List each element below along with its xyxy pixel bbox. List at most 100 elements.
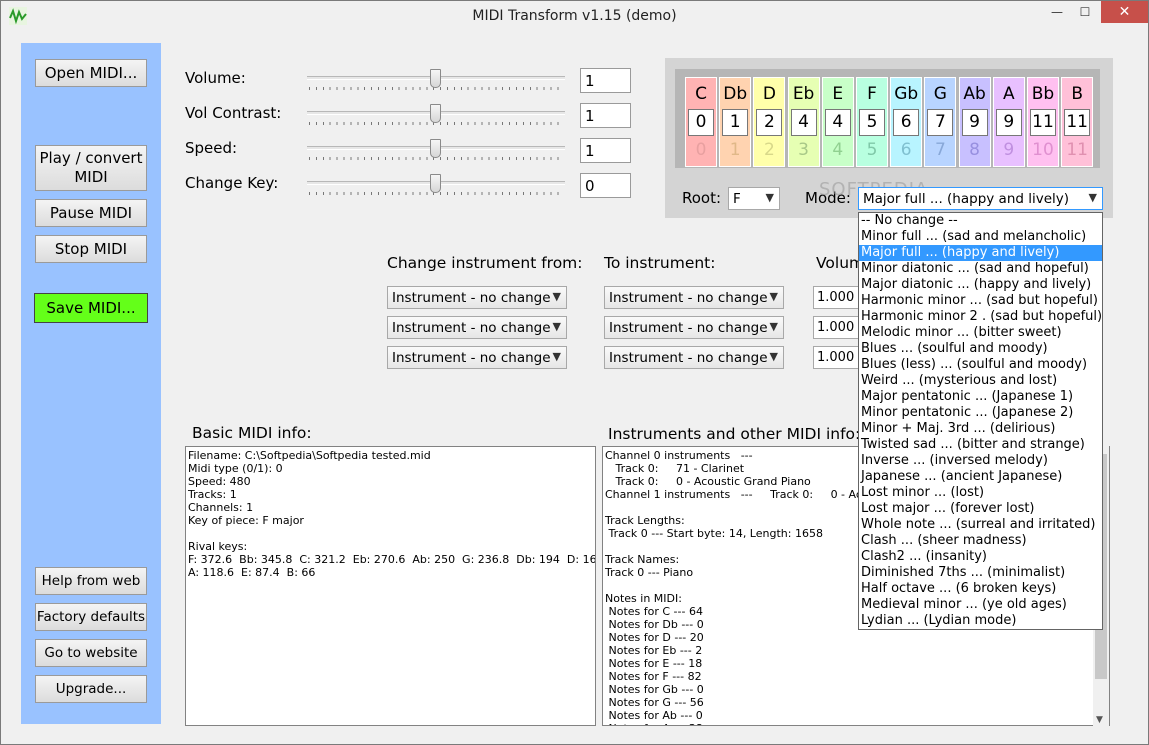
close-button[interactable]: ✕ <box>1101 1 1148 23</box>
slider-label: Speed: <box>185 139 238 157</box>
slider-value-input[interactable]: 1 <box>580 138 631 163</box>
key-name: Bb <box>1031 84 1055 104</box>
maximize-button[interactable]: ☐ <box>1068 1 1102 23</box>
mode-option[interactable]: Lost minor ... (lost) <box>859 485 1102 501</box>
mode-option[interactable]: Japanese ... (ancient Japanese) <box>859 469 1102 485</box>
mode-option[interactable]: Clash ... (sheer madness) <box>859 533 1102 549</box>
save-midi-button[interactable]: Save MIDI... <box>34 293 148 323</box>
chevron-down-icon: ▼ <box>552 290 561 303</box>
mode-option[interactable]: Half octave ... (6 broken keys) <box>859 581 1102 597</box>
key-value-input[interactable]: 4 <box>790 109 817 136</box>
instrument-volume-input[interactable]: 1.000 <box>813 346 861 369</box>
instrument-to-select[interactable]: Instrument - no change ▼ <box>604 316 784 339</box>
mode-option[interactable]: Medieval minor ... (ye old ages) <box>859 597 1102 613</box>
chevron-down-icon: ▼ <box>1088 191 1097 204</box>
mode-option[interactable]: Clash2 ... (insanity) <box>859 549 1102 565</box>
key-index: 7 <box>934 140 946 160</box>
slider[interactable] <box>307 69 565 93</box>
key-column: Ab 9 8 <box>958 77 991 167</box>
instrument-from-select[interactable]: Instrument - no change ▼ <box>387 286 567 309</box>
key-value-input[interactable]: 7 <box>927 109 954 136</box>
mode-option[interactable]: Minor pentatonic ... (Japanese 2) <box>859 405 1102 421</box>
instrument-to-select[interactable]: Instrument - no change ▼ <box>604 286 784 309</box>
key-value-input[interactable]: 0 <box>688 109 714 136</box>
mode-option[interactable]: Harmonic minor 2 . (sad but hopeful) <box>859 309 1102 325</box>
slider-thumb[interactable] <box>430 104 441 123</box>
instrument-from-select[interactable]: Instrument - no change ▼ <box>387 346 567 369</box>
scroll-down-icon[interactable]: ▼ <box>1096 715 1103 725</box>
mode-option[interactable]: Minor diatonic ... (sad and hopeful) <box>859 261 1102 277</box>
root-select[interactable]: F ▼ <box>728 187 780 210</box>
basic-midi-info-label: Basic MIDI info: <box>192 424 312 442</box>
slider-value-input[interactable]: 1 <box>580 68 631 93</box>
mode-option[interactable]: Blues (less) ... (soulful and moody) <box>859 357 1102 373</box>
instrument-to-select[interactable]: Instrument - no change ▼ <box>604 346 784 369</box>
key-index: 6 <box>900 140 912 160</box>
basic-midi-info-text[interactable]: Filename: C:\Softpedia\Softpedia tested.… <box>185 446 596 726</box>
slider[interactable] <box>307 174 565 198</box>
key-value-input[interactable]: 11 <box>1030 109 1056 136</box>
volume-label: Volum <box>816 254 865 272</box>
play-convert-button[interactable]: Play / convert MIDI <box>35 145 147 191</box>
mode-option[interactable]: Weird ... (mysterious and lost) <box>859 373 1102 389</box>
key-value-input[interactable]: 11 <box>1064 109 1091 136</box>
open-midi-button[interactable]: Open MIDI... <box>35 59 147 87</box>
key-name: Db <box>723 84 748 104</box>
slider-value-input[interactable]: 1 <box>580 103 631 128</box>
mode-option[interactable]: Lydian ... (Lydian mode) <box>859 613 1102 629</box>
title-bar[interactable]: MIDI Transform v1.15 (demo) — ☐ ✕ <box>1 1 1148 32</box>
slider[interactable] <box>307 139 565 163</box>
go-to-website-button[interactable]: Go to website <box>35 639 147 667</box>
key-name: Eb <box>792 84 815 104</box>
help-from-web-button[interactable]: Help from web <box>35 567 147 595</box>
mode-option[interactable]: Minor + Maj. 3rd ... (delirious) <box>859 421 1102 437</box>
change-instrument-from-label: Change instrument from: <box>387 254 583 272</box>
mode-option[interactable]: Twisted sad ... (bitter and strange) <box>859 437 1102 453</box>
mode-option[interactable]: Lost major ... (forever lost) <box>859 501 1102 517</box>
key-column: E 4 4 <box>821 77 854 167</box>
factory-defaults-button[interactable]: Factory defaults <box>35 603 147 631</box>
mode-option[interactable]: Melodic minor ... (bitter sweet) <box>859 325 1102 341</box>
mode-option[interactable]: Major pentatonic ... (Japanese 1) <box>859 389 1102 405</box>
stop-midi-button[interactable]: Stop MIDI <box>35 235 147 263</box>
mode-option[interactable]: Major diatonic ... (happy and lively) <box>859 277 1102 293</box>
mode-option[interactable]: Diminished 7ths ... (minimalist) <box>859 565 1102 581</box>
slider-thumb[interactable] <box>430 139 441 158</box>
root-value: F <box>733 191 741 207</box>
key-column: Gb 6 6 <box>890 77 923 167</box>
mode-option[interactable]: Major full ... (happy and lively) <box>859 245 1102 261</box>
key-column: F 5 5 <box>856 77 888 167</box>
slider-value-input[interactable]: 0 <box>580 173 631 198</box>
key-name: G <box>933 84 947 104</box>
pause-midi-button[interactable]: Pause MIDI <box>35 199 147 227</box>
chevron-down-icon: ▼ <box>552 350 561 363</box>
root-label: Root: <box>682 189 722 207</box>
key-column: D 2 2 <box>753 77 786 167</box>
key-value-input[interactable]: 1 <box>722 109 749 136</box>
key-column: A 9 9 <box>992 77 1025 167</box>
mode-value: Major full ... (happy and lively) <box>863 191 1070 207</box>
key-value-input[interactable]: 2 <box>756 109 783 136</box>
instrument-volume-input[interactable]: 1.000 <box>813 286 861 309</box>
mode-option[interactable]: Minor full ... (sad and melancholic) <box>859 229 1102 245</box>
key-value-input[interactable]: 9 <box>995 109 1022 136</box>
key-name: B <box>1071 84 1084 104</box>
mode-option[interactable]: Whole note ... (surreal and irritated) <box>859 517 1102 533</box>
key-value-input[interactable]: 9 <box>961 109 988 136</box>
mode-option[interactable]: -- No change -- <box>859 213 1102 229</box>
mode-select[interactable]: Major full ... (happy and lively) ▼ <box>858 187 1103 210</box>
slider-thumb[interactable] <box>430 174 441 193</box>
instrument-volume-input[interactable]: 1.000 <box>813 316 861 339</box>
mode-option[interactable]: Harmonic minor ... (sad but hopeful) <box>859 293 1102 309</box>
upgrade-button[interactable]: Upgrade... <box>35 675 147 703</box>
window-title: MIDI Transform v1.15 (demo) <box>472 8 677 24</box>
key-value-input[interactable]: 4 <box>824 109 851 136</box>
mode-option[interactable]: Blues ... (soulful and moody) <box>859 341 1102 357</box>
slider[interactable] <box>307 104 565 128</box>
slider-thumb[interactable] <box>430 69 441 88</box>
key-value-input[interactable]: 5 <box>859 109 885 136</box>
key-value-input[interactable]: 6 <box>893 109 920 136</box>
instrument-from-select[interactable]: Instrument - no change ▼ <box>387 316 567 339</box>
mode-option[interactable]: Inverse ... (inversed melody) <box>859 453 1102 469</box>
key-index: 3 <box>798 140 809 160</box>
